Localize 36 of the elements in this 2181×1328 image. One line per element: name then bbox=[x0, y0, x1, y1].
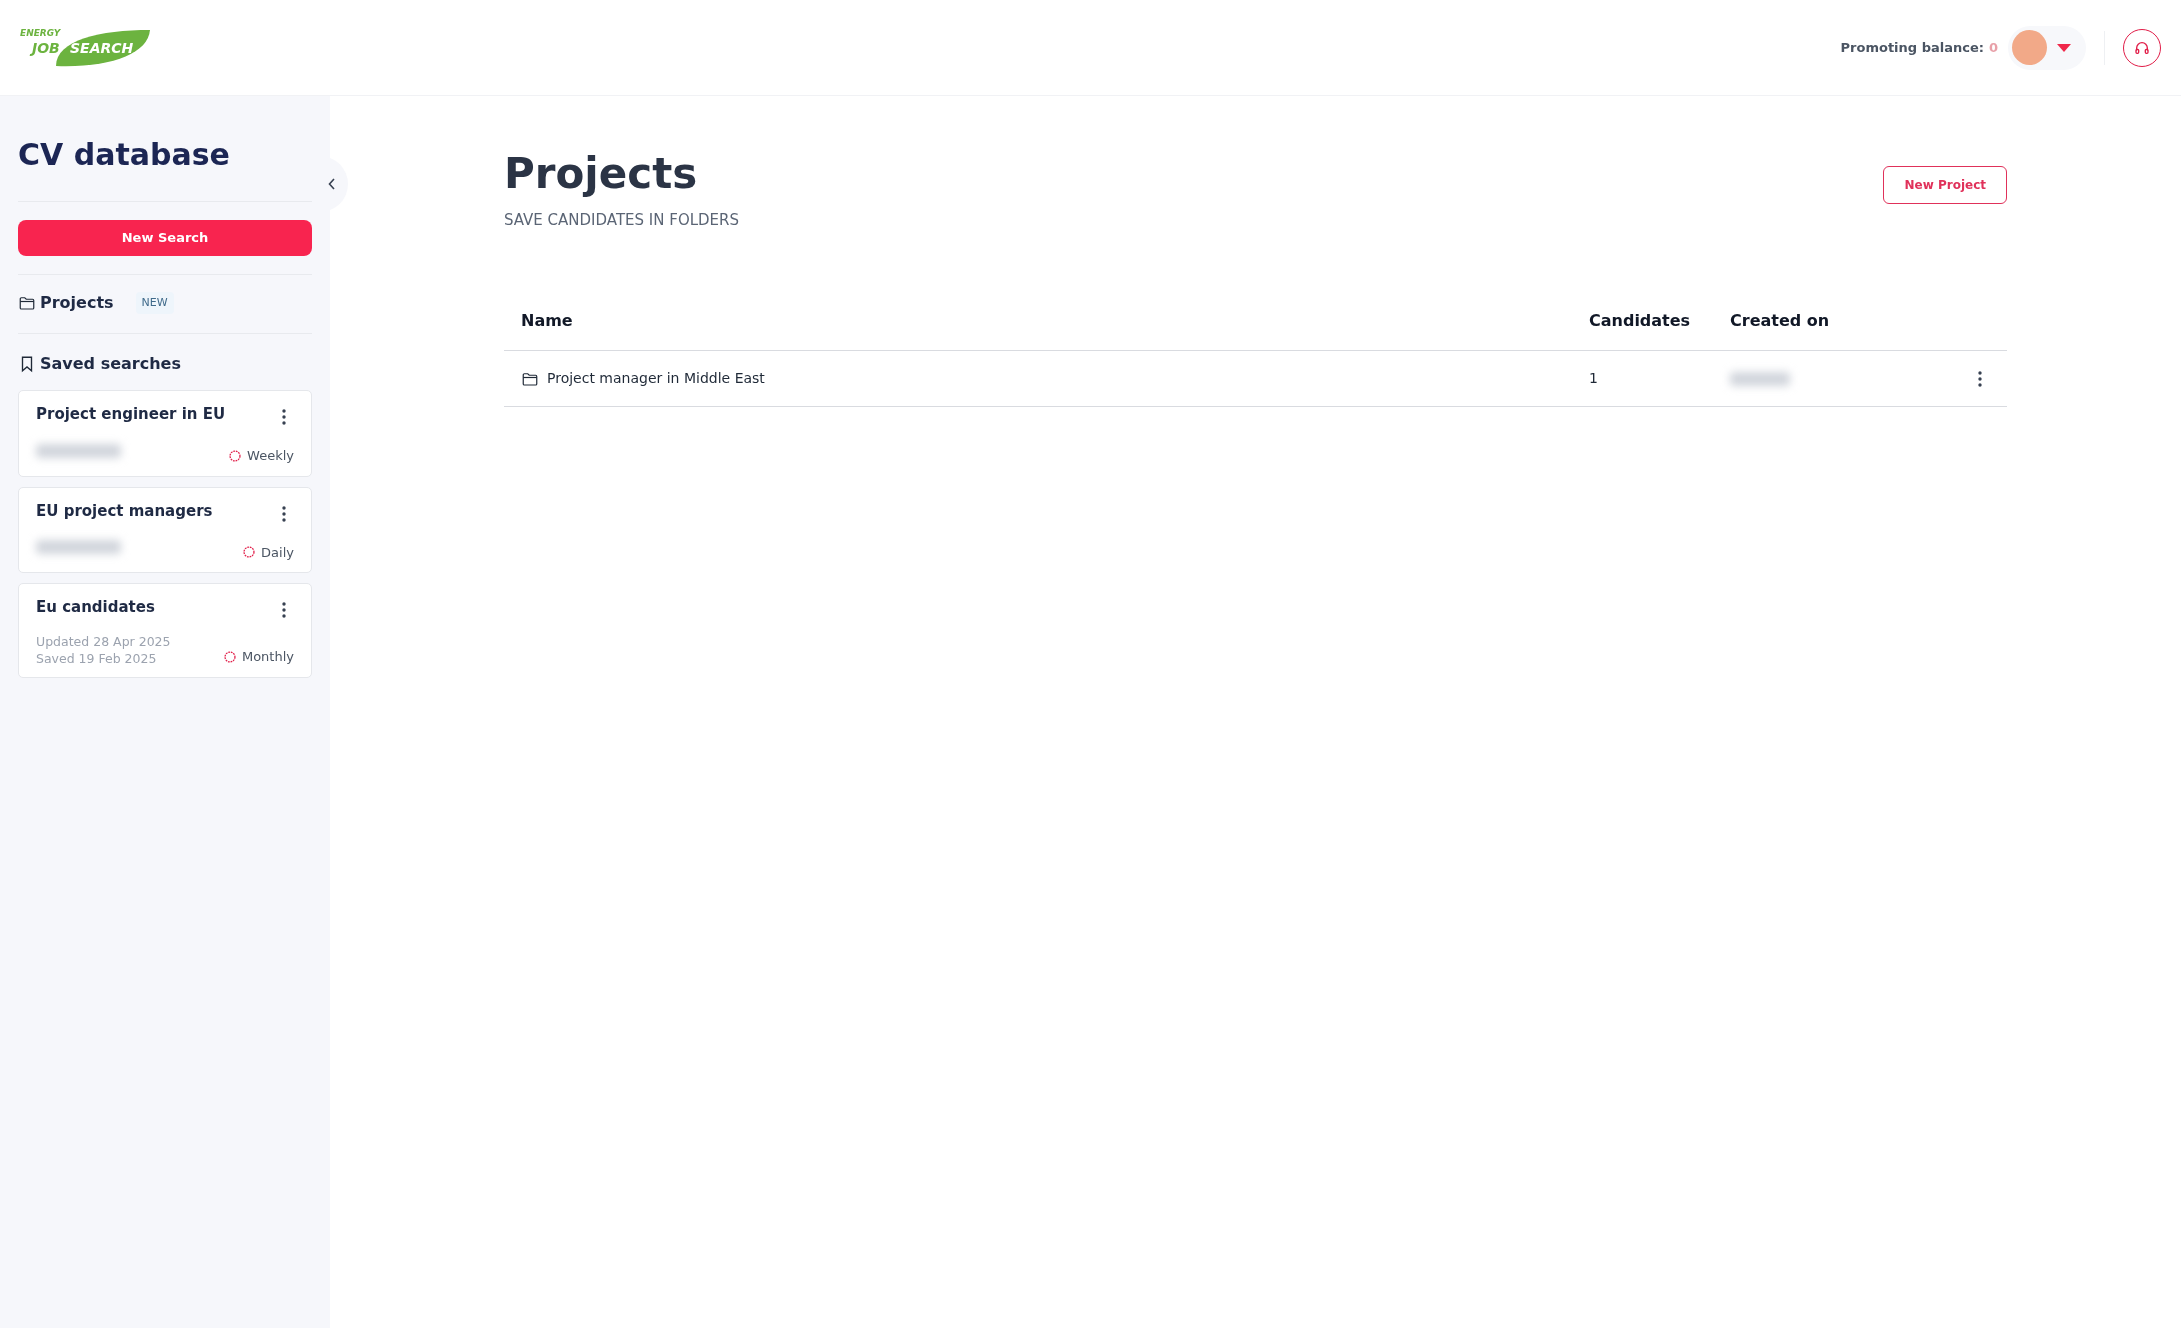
folder-icon bbox=[18, 294, 36, 312]
new-search-button[interactable]: New Search bbox=[18, 220, 312, 256]
caret-icon bbox=[2057, 43, 2071, 52]
more-options-icon[interactable] bbox=[282, 602, 286, 618]
promoting-balance-label: Promoting balance: bbox=[1840, 38, 1984, 57]
saved-search-name: Project engineer in EU bbox=[36, 404, 226, 425]
frequency-label: Monthly bbox=[241, 648, 294, 666]
more-options-icon[interactable] bbox=[282, 505, 286, 522]
column-header: Name bbox=[521, 309, 574, 332]
updated-date: Updated 28 Apr 2025 bbox=[36, 632, 171, 650]
new-badge: NEW bbox=[135, 291, 174, 315]
table-row[interactable]: Project manager in Middle East 1 bbox=[504, 351, 2007, 407]
frequency-label: Daily bbox=[261, 543, 294, 562]
promoting-balance-value: 0 bbox=[1988, 38, 1998, 57]
more-options-icon[interactable] bbox=[282, 409, 286, 425]
projects-link[interactable]: Projects bbox=[40, 291, 114, 315]
candidates-count: 1 bbox=[1589, 369, 1599, 388]
chevron-left-icon bbox=[328, 178, 336, 190]
sidebar-title: CV database bbox=[18, 136, 231, 174]
page-subtitle: SAVE CANDIDATES IN FOLDERS bbox=[504, 209, 740, 231]
saved-search-card[interactable]: Eu candidates Updated 28 Apr 2025 Saved 19 Feb 2025 Monthly bbox=[18, 583, 312, 678]
column-header: Candidates bbox=[1589, 309, 1692, 332]
saved-search-card[interactable]: Project engineer in EU Weekly bbox=[18, 390, 312, 477]
frequency-label: Weekly bbox=[247, 447, 294, 465]
new-project-button[interactable]: New Project bbox=[1883, 166, 2007, 204]
project-name: Project manager in Middle East bbox=[547, 369, 765, 388]
avatar bbox=[2012, 30, 2047, 65]
saved-search-name: EU project managers bbox=[36, 500, 213, 522]
saved-searches-heading: Saved searches bbox=[40, 353, 181, 375]
saved-date: Saved 19 Feb 2025 bbox=[36, 649, 158, 667]
page-title: Projects bbox=[504, 148, 699, 200]
column-header: Created on bbox=[1730, 309, 1831, 332]
headset-icon bbox=[2134, 39, 2150, 56]
more-options-icon[interactable] bbox=[1978, 370, 1982, 387]
saved-search-name: Eu candidates bbox=[36, 597, 155, 618]
saved-search-card[interactable]: EU project managers Daily bbox=[18, 486, 312, 573]
